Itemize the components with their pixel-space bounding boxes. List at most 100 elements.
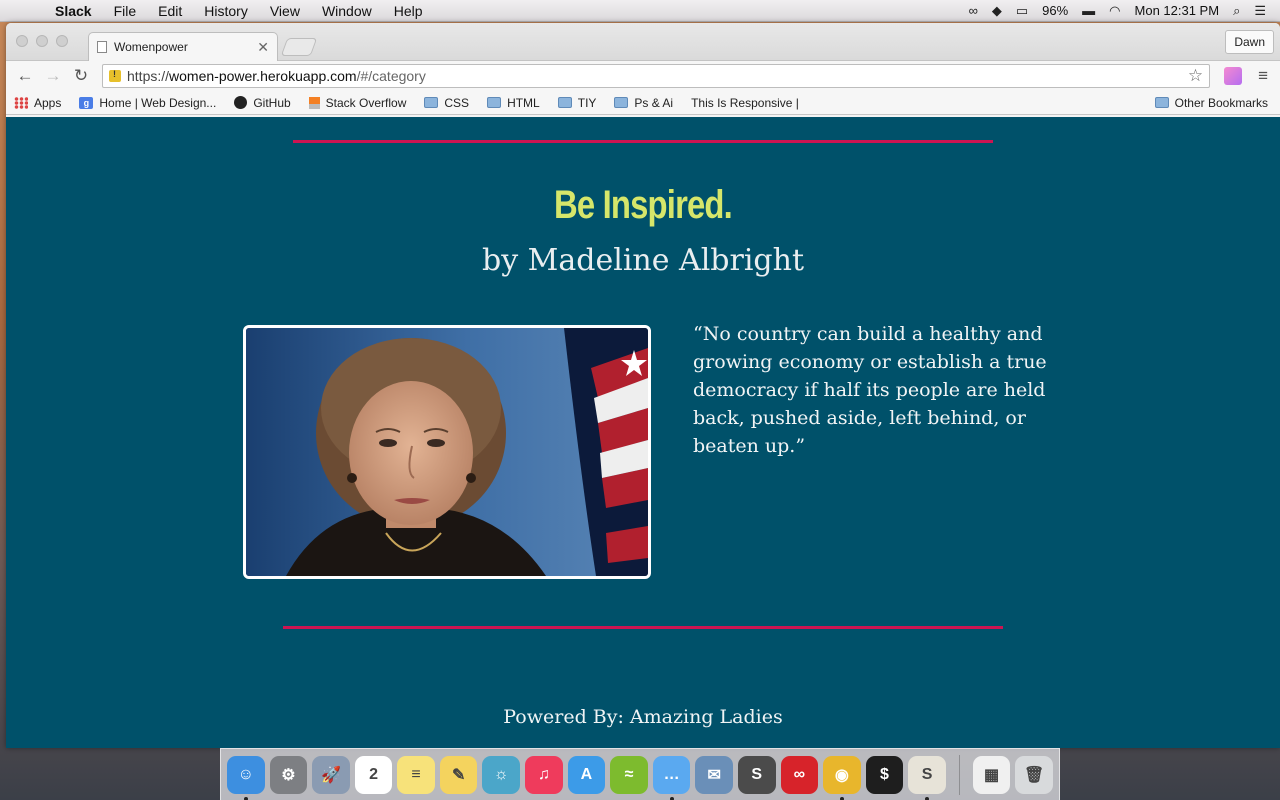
- bookmark-other-bookmarks[interactable]: Other Bookmarks: [1154, 96, 1268, 110]
- bookmark-stack-overflow[interactable]: Stack Overflow: [308, 95, 407, 110]
- sublime-text-icon[interactable]: S: [737, 755, 776, 794]
- insecure-lock-icon[interactable]: [109, 69, 121, 82]
- menu-edit[interactable]: Edit: [147, 3, 193, 19]
- url-scheme: https://: [127, 68, 170, 84]
- downloads-stack-icon[interactable]: ▦: [972, 755, 1011, 794]
- creative-cloud-icon[interactable]: ∞: [969, 3, 978, 18]
- back-arrow-icon[interactable]: ←: [14, 66, 36, 86]
- zoom-window-button[interactable]: [56, 35, 68, 47]
- bookmark-label: HTML: [507, 95, 540, 110]
- bookmarks-bar: Apps g Home | Web Design... GitHub Stack …: [6, 91, 1280, 130]
- spotify-icon[interactable]: ≈: [610, 755, 648, 794]
- dock-separator: [958, 754, 960, 795]
- author-portrait: [243, 325, 651, 579]
- spotlight-search-icon[interactable]: ⌕: [1233, 3, 1240, 19]
- reload-icon[interactable]: ↻: [70, 66, 92, 86]
- finder-icon[interactable]: ☺: [227, 755, 265, 800]
- footer-credit: Powered By: Amazing Ladies: [503, 706, 783, 728]
- bookmark-label: This Is Responsive |: [691, 95, 799, 110]
- dock: ☺ ⚙ 🚀 2 ≡ ✎ ☼ ♫ A ≈… ✉ S ∞ ◉ $ S ▦ 🗑: [220, 748, 1060, 800]
- system-preferences-icon[interactable]: ⚙: [269, 755, 308, 794]
- menu-view[interactable]: View: [259, 3, 311, 19]
- app-store-icon[interactable]: A: [567, 755, 606, 794]
- bookmark-folder-css[interactable]: CSS: [424, 96, 469, 110]
- battery-percent: 96%: [1042, 3, 1069, 18]
- close-tab-icon[interactable]: ✕: [257, 39, 269, 56]
- bookmark-github[interactable]: GitHub: [234, 95, 291, 110]
- extension-icon[interactable]: [1224, 67, 1243, 85]
- menu-app-name[interactable]: Slack: [44, 3, 103, 19]
- bookmark-folder-html[interactable]: HTML: [487, 96, 540, 110]
- author-byline: by Madeline Albright: [481, 243, 805, 278]
- chrome-menu-icon[interactable]: ≡: [1258, 66, 1268, 86]
- bookmark-apps[interactable]: Apps: [14, 96, 61, 110]
- battery-icon[interactable]: ▬: [1082, 3, 1095, 18]
- dropbox-icon[interactable]: ◆: [992, 3, 1002, 19]
- clock[interactable]: Mon 12:31 PM: [1135, 3, 1220, 18]
- itunes-icon[interactable]: ♫: [525, 755, 563, 794]
- status-area: ∞ ◆ ▭ 96% ▬ ◠ Mon 12:31 PM ⌕ ☰: [969, 3, 1280, 19]
- chrome-icon[interactable]: ◉: [823, 755, 861, 800]
- bookmark-label: GitHub: [253, 95, 291, 110]
- bookmark-label: Apps: [34, 95, 62, 110]
- preview-icon[interactable]: ✉: [695, 755, 733, 794]
- photos-icon[interactable]: ☼: [482, 755, 521, 794]
- airplay-icon[interactable]: ▭: [1016, 3, 1028, 19]
- bookmark-label: Ps & Ai: [634, 95, 674, 110]
- menubar: Slack File Edit History View Window Help…: [0, 0, 1280, 22]
- forward-arrow-icon[interactable]: →: [42, 66, 64, 86]
- running-indicator: [244, 796, 248, 800]
- stickies-icon[interactable]: ✎: [439, 755, 478, 794]
- bookmark-folder-ps-ai[interactable]: Ps & Ai: [614, 96, 673, 110]
- trash-icon[interactable]: 🗑: [1015, 755, 1053, 794]
- portrait-illustration: [246, 328, 648, 576]
- top-divider: [293, 140, 993, 143]
- running-indicator: [669, 796, 674, 800]
- bookmark-folder-tiy[interactable]: TIY: [557, 95, 597, 110]
- profile-button[interactable]: Dawn: [1225, 30, 1274, 54]
- notification-center-icon[interactable]: ☰: [1254, 3, 1266, 19]
- notes-icon[interactable]: ≡: [397, 755, 435, 794]
- folder-icon: [424, 97, 439, 108]
- window-controls: [16, 35, 68, 47]
- url-host: women-power.herokuapp.com: [169, 68, 357, 84]
- wifi-icon[interactable]: ◠: [1109, 3, 1120, 19]
- menu-help[interactable]: Help: [383, 3, 434, 19]
- menu-history[interactable]: History: [193, 3, 259, 19]
- slack-icon[interactable]: S: [908, 755, 946, 800]
- calendar-icon[interactable]: 2: [354, 755, 393, 794]
- bookmark-home-web-design[interactable]: g Home | Web Design...: [79, 96, 216, 110]
- page-heading: Be Inspired.: [554, 183, 733, 227]
- folder-icon: [487, 97, 502, 108]
- creative-cloud-icon[interactable]: ∞: [780, 755, 819, 794]
- browser-toolbar: ← → ↻ https://women-power.herokuapp.com/…: [6, 61, 1280, 91]
- bookmark-star-icon[interactable]: ☆: [1188, 66, 1203, 86]
- bottom-divider: [283, 626, 1003, 629]
- folder-icon: [614, 97, 629, 108]
- bookmark-label: Home | Web Design...: [99, 95, 217, 110]
- folder-icon: [1154, 97, 1169, 108]
- close-window-button[interactable]: [16, 35, 28, 47]
- running-indicator: [840, 796, 845, 800]
- new-tab-button[interactable]: [280, 38, 318, 56]
- minimize-window-button[interactable]: [36, 35, 48, 47]
- stackoverflow-icon: [308, 96, 320, 109]
- terminal-icon[interactable]: $: [865, 755, 904, 794]
- browser-window: Womenpower ✕ Dawn ← → ↻ https://women-po…: [6, 23, 1280, 748]
- messages-icon[interactable]: …: [652, 755, 691, 800]
- page-viewport: Be Inspired. by Madeline Albright “No co…: [6, 117, 1280, 748]
- bookmark-label: Stack Overflow: [325, 95, 407, 110]
- quote-text: “No country can build a healthy and grow…: [693, 323, 1047, 457]
- bookmark-label: TIY: [577, 95, 597, 110]
- apps-grid-icon: [14, 96, 28, 109]
- bookmark-this-is-responsive[interactable]: This Is Responsive |: [6, 95, 799, 130]
- menu-file[interactable]: File: [103, 3, 148, 19]
- bookmark-label: CSS: [444, 95, 470, 110]
- address-bar[interactable]: https://women-power.herokuapp.com/#/cate…: [102, 64, 1211, 88]
- launchpad-icon[interactable]: 🚀: [312, 755, 350, 794]
- url-path: /#/category: [356, 68, 426, 84]
- menu-window[interactable]: Window: [311, 3, 383, 19]
- active-tab[interactable]: Womenpower ✕: [88, 32, 278, 61]
- google-icon: g: [79, 96, 94, 109]
- folder-icon: [557, 97, 572, 108]
